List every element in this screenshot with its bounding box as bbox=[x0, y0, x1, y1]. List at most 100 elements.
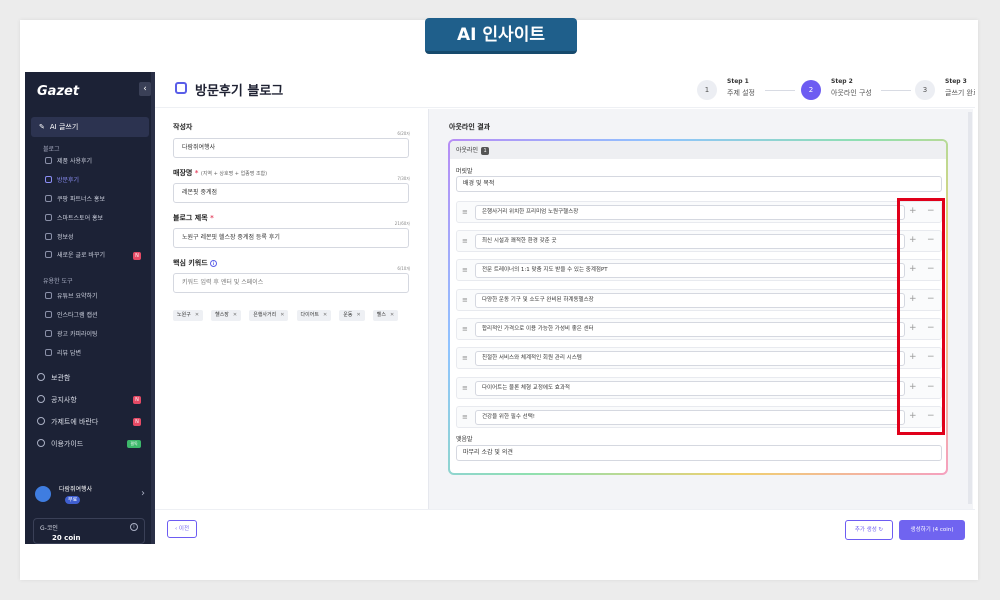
outline-label: 아웃라인 1 bbox=[456, 145, 490, 155]
step-circle: 3 bbox=[915, 80, 935, 100]
outline-row-input[interactable]: 최신 시설과 쾌적한 환경 갖춘 곳 bbox=[475, 234, 905, 249]
close-icon[interactable]: ✕ bbox=[233, 312, 237, 318]
generate-button[interactable]: 생성하기 (4 coin) bbox=[899, 520, 965, 540]
close-icon[interactable]: ✕ bbox=[390, 312, 394, 318]
remove-row-button[interactable]: − bbox=[927, 294, 935, 304]
nav-item-label: 인스타그램 캡션 bbox=[57, 312, 98, 319]
outline-row-input[interactable]: 다양한 운동 기구 및 소도구 완비된 하계동헬스장 bbox=[475, 293, 905, 308]
document-icon bbox=[45, 195, 52, 202]
outline-row: ≡ 다이어트는 물론 체형 교정에도 효과적 + − bbox=[456, 377, 942, 399]
nav-item-coupang[interactable]: 쿠팡 파트너스 홍보 bbox=[45, 193, 149, 207]
add-row-button[interactable]: + bbox=[909, 382, 917, 392]
keyword-tag: 헬스장 ✕ bbox=[211, 310, 242, 321]
coin-value: 20 coin bbox=[52, 534, 81, 542]
add-generate-button[interactable]: 추가 생성 ↻ bbox=[845, 520, 893, 540]
add-row-button[interactable]: + bbox=[909, 323, 917, 333]
step-circle: 2 bbox=[801, 80, 821, 100]
outline-row-input[interactable]: 다이어트는 물론 체형 교정에도 효과적 bbox=[475, 381, 905, 396]
add-row-button[interactable]: + bbox=[909, 235, 917, 245]
drag-handle-icon[interactable]: ≡ bbox=[462, 296, 468, 304]
nav-item-visit-review[interactable]: 방문후기 bbox=[45, 174, 149, 188]
store-hint: (지역 + 상호명 + 업종명 조합) bbox=[200, 171, 268, 177]
step-number: Step 3 bbox=[945, 78, 967, 85]
remove-row-button[interactable]: − bbox=[927, 411, 935, 421]
remove-row-button[interactable]: − bbox=[927, 235, 935, 245]
drag-handle-icon[interactable]: ≡ bbox=[462, 413, 468, 421]
remove-row-button[interactable]: − bbox=[927, 323, 935, 333]
author-input[interactable]: 다람쥐여행사 bbox=[173, 138, 409, 158]
outline-count-badge: 1 bbox=[481, 147, 490, 155]
nav-item-smartstore[interactable]: 스마트스토어 홍보 bbox=[45, 212, 149, 226]
remove-row-button[interactable]: − bbox=[927, 382, 935, 392]
close-icon[interactable]: ✕ bbox=[323, 312, 327, 318]
app-logo[interactable]: Gazet bbox=[37, 84, 79, 99]
outline-label-text: 아웃라인 bbox=[456, 147, 479, 154]
prev-button[interactable]: ‹ 이전 bbox=[167, 520, 197, 538]
nav-item-info[interactable]: 정보성 bbox=[45, 231, 149, 245]
outline-row-input[interactable]: 친절한 서비스와 체계적인 회원 관리 시스템 bbox=[475, 351, 905, 366]
collapse-sidebar-button[interactable]: ‹ bbox=[139, 82, 151, 96]
add-row-button[interactable]: + bbox=[909, 352, 917, 362]
nav-item-instagram[interactable]: 인스타그램 캡션 bbox=[45, 309, 149, 323]
outro-input[interactable]: 마무리 소감 및 의견 bbox=[456, 445, 942, 461]
drag-handle-icon[interactable]: ≡ bbox=[462, 266, 468, 274]
app-window: Gazet ‹ ✎ AI 글쓰기 블로그 제품 사용후기 방문후기 쿠팡 파트너스… bbox=[25, 72, 975, 544]
remove-row-button[interactable]: − bbox=[927, 352, 935, 362]
nav-item-rewrite[interactable]: 새로운 글로 바꾸기 N bbox=[45, 249, 149, 263]
nav-feedback[interactable]: 가제트에 바란다 N bbox=[37, 415, 149, 429]
nav-item-product-review[interactable]: 제품 사용후기 bbox=[45, 155, 149, 169]
close-icon[interactable]: ✕ bbox=[195, 312, 199, 318]
user-profile[interactable]: 다람쥐여행사 무료 › bbox=[35, 484, 145, 508]
nav-item-label: 리뷰 답변 bbox=[57, 350, 81, 357]
drag-handle-icon[interactable]: ≡ bbox=[462, 325, 468, 333]
add-row-button[interactable]: + bbox=[909, 264, 917, 274]
remove-row-button[interactable]: − bbox=[927, 264, 935, 274]
drag-handle-icon[interactable]: ≡ bbox=[462, 384, 468, 392]
tag-label: 헬스장 bbox=[215, 312, 229, 318]
blog-title-label-text: 블로그 제목 bbox=[173, 214, 208, 222]
drag-handle-icon[interactable]: ≡ bbox=[462, 208, 468, 216]
user-name: 다람쥐여행사 bbox=[59, 486, 93, 493]
add-row-button[interactable]: + bbox=[909, 206, 917, 216]
main-scrollbar[interactable] bbox=[968, 112, 972, 504]
info-icon[interactable]: i bbox=[210, 260, 218, 267]
new-badge: N bbox=[133, 418, 141, 426]
author-counter: 6/20자 bbox=[397, 131, 410, 136]
nav-guide[interactable]: 이용가이드 필독 bbox=[37, 437, 149, 451]
nav-storage[interactable]: 보관함 bbox=[37, 371, 149, 385]
remove-row-button[interactable]: − bbox=[927, 206, 935, 216]
close-icon[interactable]: ✕ bbox=[356, 312, 360, 318]
step-2: 2 Step 2 아웃라인 구성 bbox=[801, 78, 891, 102]
nav-ai-writing[interactable]: ✎ AI 글쓰기 bbox=[31, 117, 149, 137]
outline-row: ≡ 합리적인 가격으로 이용 가능한 가성비 좋은 센터 + − bbox=[456, 318, 942, 340]
nav-item-youtube[interactable]: 유튜브 요약하기 bbox=[45, 290, 149, 304]
intro-input[interactable]: 배경 및 목적 bbox=[456, 176, 942, 192]
close-icon[interactable]: ✕ bbox=[280, 312, 284, 318]
nav-ai-writing-label: AI 글쓰기 bbox=[49, 123, 79, 131]
blog-title-input[interactable]: 노원구 레몬핏 헬스장 중계점 등록 후기 bbox=[173, 228, 409, 248]
store-counter: 7/30자 bbox=[397, 176, 410, 181]
tag-label: 다이어트 bbox=[300, 312, 319, 318]
keyword-input[interactable]: 키워드 입력 후 엔터 및 스페이스 bbox=[173, 273, 409, 293]
nav-main-label: 이용가이드 bbox=[51, 440, 84, 448]
chevron-right-icon: › bbox=[141, 488, 145, 499]
outline-row-input[interactable]: 전문 트레이너의 1:1 맞춤 지도 받을 수 있는 중계점PT bbox=[475, 263, 905, 278]
outline-row-input[interactable]: 건강을 위한 필수 선택! bbox=[475, 410, 905, 425]
document-icon bbox=[45, 311, 52, 318]
step-connector bbox=[765, 90, 795, 91]
outline-row-input[interactable]: 은행사거리 위치한 프리미엄 노원구헬스장 bbox=[475, 205, 905, 220]
drag-handle-icon[interactable]: ≡ bbox=[462, 354, 468, 362]
nav-item-copywriting[interactable]: 광고 카피라이팅 bbox=[45, 328, 149, 342]
nav-item-label: 유튜브 요약하기 bbox=[57, 293, 98, 300]
outline-row-input[interactable]: 합리적인 가격으로 이용 가능한 가성비 좋은 센터 bbox=[475, 322, 905, 337]
keyword-tag: 다이어트 ✕ bbox=[296, 310, 332, 321]
store-input[interactable]: 레몬핏 중계점 bbox=[173, 183, 409, 203]
drag-handle-icon[interactable]: ≡ bbox=[462, 237, 468, 245]
nav-item-review-reply[interactable]: 리뷰 답변 bbox=[45, 347, 149, 361]
info-icon[interactable]: i bbox=[130, 523, 138, 531]
store-label-text: 매장명 bbox=[173, 169, 193, 177]
add-row-button[interactable]: + bbox=[909, 294, 917, 304]
nav-notice[interactable]: 공지사항 N bbox=[37, 393, 149, 407]
add-row-button[interactable]: + bbox=[909, 411, 917, 421]
step-number: Step 1 bbox=[727, 78, 749, 85]
